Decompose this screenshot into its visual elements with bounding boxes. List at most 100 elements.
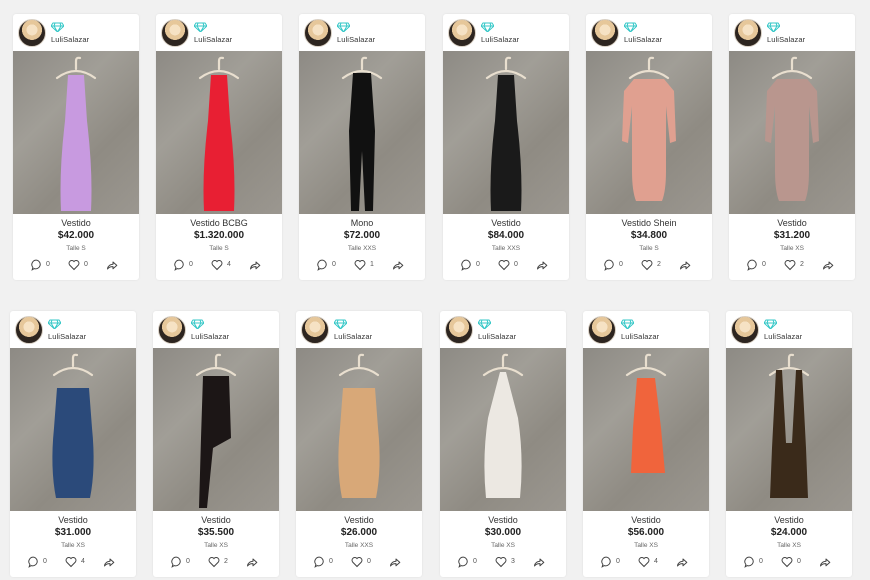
comment-icon[interactable]	[317, 259, 329, 271]
product-title[interactable]: Vestido BCBG	[156, 218, 282, 228]
seller-username[interactable]: LuliSalazar	[194, 35, 232, 44]
listing-card[interactable]: LuliSalazar Vestido $31.000 Talle XS 0 4	[10, 311, 136, 577]
product-title[interactable]: Vestido	[13, 218, 139, 228]
seller-header[interactable]: LuliSalazar	[13, 315, 133, 345]
product-photo[interactable]	[583, 348, 709, 511]
listing-card[interactable]: LuliSalazar Vestido $26.000 Talle XXS 0 …	[296, 311, 422, 577]
seller-header[interactable]: LuliSalazar	[586, 315, 706, 345]
share-icon[interactable]	[389, 556, 401, 568]
avatar[interactable]	[15, 316, 43, 344]
seller-header[interactable]: LuliSalazar	[446, 18, 566, 48]
comment-icon[interactable]	[604, 259, 616, 271]
seller-username[interactable]: LuliSalazar	[334, 332, 372, 341]
seller-header[interactable]: LuliSalazar	[299, 315, 419, 345]
product-title[interactable]: Vestido	[726, 515, 852, 525]
heart-icon[interactable]	[351, 556, 363, 568]
listing-card[interactable]: LuliSalazar Vestido $56.000 Talle XS 0 4	[583, 311, 709, 577]
share-icon[interactable]	[249, 259, 261, 271]
product-photo[interactable]	[443, 51, 569, 214]
avatar[interactable]	[18, 19, 46, 47]
product-title[interactable]: Vestido	[296, 515, 422, 525]
listing-card[interactable]: LuliSalazar Vestido $35.500 Talle XS 0 2	[153, 311, 279, 577]
listing-card[interactable]: LuliSalazar Vestido BCBG $1.320.000 Tall…	[156, 14, 282, 280]
avatar[interactable]	[588, 316, 616, 344]
listing-card[interactable]: LuliSalazar Vestido $24.000 Talle XS 0 0	[726, 311, 852, 577]
share-icon[interactable]	[536, 259, 548, 271]
product-photo[interactable]	[10, 348, 136, 511]
listing-card[interactable]: LuliSalazar Vestido $84.000 Talle XXS 0 …	[443, 14, 569, 280]
share-icon[interactable]	[533, 556, 545, 568]
share-icon[interactable]	[392, 259, 404, 271]
product-title[interactable]: Vestido	[153, 515, 279, 525]
seller-username[interactable]: LuliSalazar	[481, 35, 519, 44]
comment-icon[interactable]	[171, 556, 183, 568]
seller-header[interactable]: LuliSalazar	[589, 18, 709, 48]
product-photo[interactable]	[296, 348, 422, 511]
avatar[interactable]	[301, 316, 329, 344]
product-title[interactable]: Vestido Shein	[586, 218, 712, 228]
comment-icon[interactable]	[458, 556, 470, 568]
heart-icon[interactable]	[65, 556, 77, 568]
seller-header[interactable]: LuliSalazar	[156, 315, 276, 345]
comment-icon[interactable]	[744, 556, 756, 568]
product-photo[interactable]	[729, 51, 855, 214]
seller-header[interactable]: LuliSalazar	[729, 315, 849, 345]
heart-icon[interactable]	[641, 259, 653, 271]
heart-icon[interactable]	[781, 556, 793, 568]
comment-icon[interactable]	[747, 259, 759, 271]
heart-icon[interactable]	[495, 556, 507, 568]
heart-icon[interactable]	[68, 259, 80, 271]
seller-username[interactable]: LuliSalazar	[337, 35, 375, 44]
product-photo[interactable]	[440, 348, 566, 511]
seller-username[interactable]: LuliSalazar	[764, 332, 802, 341]
avatar[interactable]	[448, 19, 476, 47]
seller-username[interactable]: LuliSalazar	[191, 332, 229, 341]
listing-card[interactable]: LuliSalazar Vestido Shein $34.800 Talle …	[586, 14, 712, 280]
listing-card[interactable]: LuliSalazar Mono $72.000 Talle XXS 0 1	[299, 14, 425, 280]
listing-card[interactable]: LuliSalazar Vestido $30.000 Talle XS 0 3	[440, 311, 566, 577]
comment-icon[interactable]	[601, 556, 613, 568]
seller-username[interactable]: LuliSalazar	[478, 332, 516, 341]
share-icon[interactable]	[822, 259, 834, 271]
seller-header[interactable]: LuliSalazar	[443, 315, 563, 345]
product-title[interactable]: Vestido	[729, 218, 855, 228]
avatar[interactable]	[734, 19, 762, 47]
seller-username[interactable]: LuliSalazar	[48, 332, 86, 341]
avatar[interactable]	[591, 19, 619, 47]
seller-header[interactable]: LuliSalazar	[732, 18, 852, 48]
heart-icon[interactable]	[638, 556, 650, 568]
seller-header[interactable]: LuliSalazar	[159, 18, 279, 48]
comment-icon[interactable]	[28, 556, 40, 568]
product-photo[interactable]	[726, 348, 852, 511]
heart-icon[interactable]	[354, 259, 366, 271]
listing-card[interactable]: LuliSalazar Vestido $42.000 Talle S 0 0	[13, 14, 139, 280]
avatar[interactable]	[731, 316, 759, 344]
seller-username[interactable]: LuliSalazar	[767, 35, 805, 44]
heart-icon[interactable]	[498, 259, 510, 271]
seller-username[interactable]: LuliSalazar	[621, 332, 659, 341]
comment-icon[interactable]	[461, 259, 473, 271]
comment-icon[interactable]	[174, 259, 186, 271]
heart-icon[interactable]	[784, 259, 796, 271]
comment-icon[interactable]	[31, 259, 43, 271]
seller-header[interactable]: LuliSalazar	[16, 18, 136, 48]
seller-username[interactable]: LuliSalazar	[624, 35, 662, 44]
share-icon[interactable]	[679, 259, 691, 271]
avatar[interactable]	[158, 316, 186, 344]
seller-header[interactable]: LuliSalazar	[302, 18, 422, 48]
avatar[interactable]	[161, 19, 189, 47]
heart-icon[interactable]	[208, 556, 220, 568]
share-icon[interactable]	[819, 556, 831, 568]
avatar[interactable]	[304, 19, 332, 47]
product-photo[interactable]	[13, 51, 139, 214]
share-icon[interactable]	[103, 556, 115, 568]
product-title[interactable]: Vestido	[583, 515, 709, 525]
share-icon[interactable]	[106, 259, 118, 271]
listing-card[interactable]: LuliSalazar Vestido $31.200 Talle XS 0 2	[729, 14, 855, 280]
product-title[interactable]: Vestido	[443, 218, 569, 228]
product-photo[interactable]	[299, 51, 425, 214]
share-icon[interactable]	[676, 556, 688, 568]
product-photo[interactable]	[586, 51, 712, 214]
product-title[interactable]: Mono	[299, 218, 425, 228]
heart-icon[interactable]	[211, 259, 223, 271]
